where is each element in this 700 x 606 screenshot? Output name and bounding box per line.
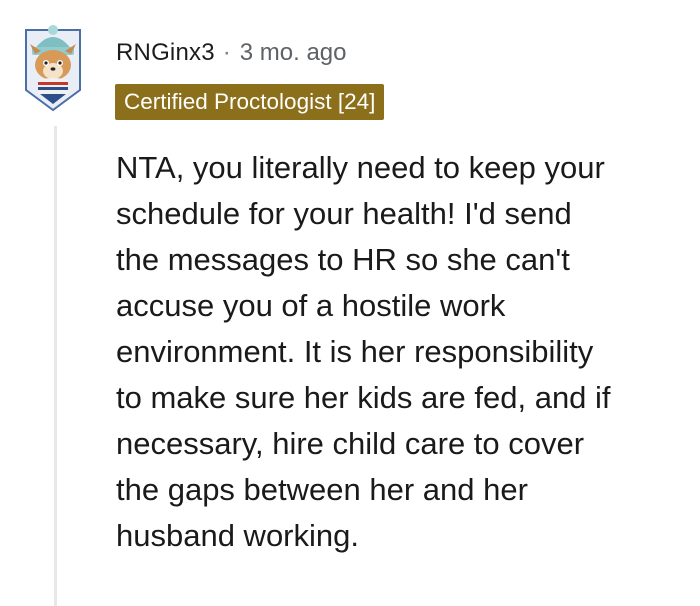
comment-meta: RNGinx3 · 3 mo. ago: [116, 36, 347, 70]
comment-line: the gaps between her and her: [116, 472, 528, 507]
comment-line: to make sure her kids are fed, and if: [116, 380, 611, 415]
comment: RNGinx3 · 3 mo. ago Certified Proctologi…: [0, 0, 700, 606]
comment-line: schedule for your health! I'd send: [116, 196, 572, 231]
user-flair-badge: Certified Proctologist [24]: [115, 84, 385, 120]
comment-line: necessary, hire child care to cover: [116, 426, 585, 461]
comment-line: NTA, you literally need to keep your: [116, 150, 605, 185]
comment-line: husband working.: [116, 518, 359, 553]
comment-body: NTA, you literally need to keep your sch…: [116, 145, 696, 559]
thread-line[interactable]: [54, 126, 57, 606]
meta-separator: ·: [222, 39, 231, 66]
comment-line: accuse you of a hostile work: [116, 288, 506, 323]
user-avatar-icon[interactable]: [22, 20, 84, 112]
comment-line: the messages to HR so she can't: [116, 242, 570, 277]
username-link[interactable]: RNGinx3: [116, 39, 215, 67]
timestamp-link[interactable]: 3 mo. ago: [240, 39, 347, 67]
comment-line: environment. It is her responsibility: [116, 334, 594, 369]
